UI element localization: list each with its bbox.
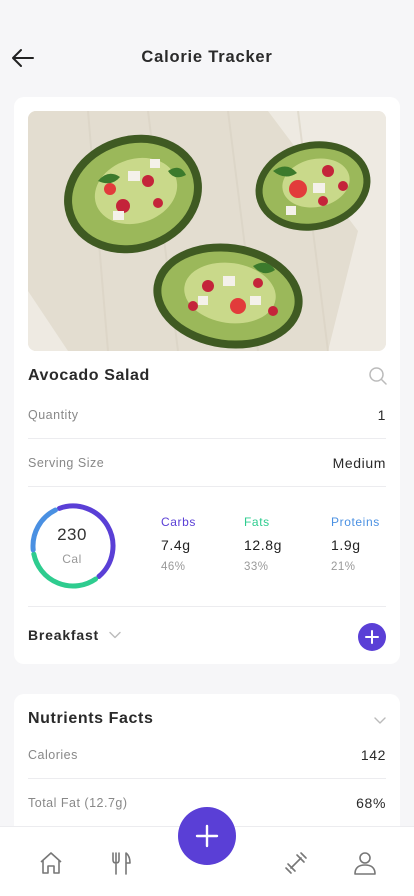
nutrient-label: Calories — [28, 747, 78, 762]
food-card: Avocado Salad Quantity 1 Serving Size Me… — [14, 97, 400, 664]
plus-icon — [195, 824, 219, 848]
divider — [28, 606, 386, 607]
macro-amount: 12.8g — [244, 537, 283, 553]
chevron-down-icon[interactable] — [372, 712, 388, 728]
macro-proteins: Proteins 1.9g 21% — [331, 515, 380, 573]
add-to-meal-button[interactable] — [358, 623, 386, 651]
macro-name: Proteins — [331, 515, 380, 529]
serving-size-row[interactable]: Serving Size Medium — [28, 439, 386, 487]
food-name: Avocado Salad — [28, 367, 150, 384]
serving-size-value[interactable]: Medium — [333, 455, 386, 471]
quantity-row[interactable]: Quantity 1 — [28, 391, 386, 439]
macro-name: Fats — [244, 515, 270, 529]
food-photo — [28, 111, 386, 351]
macro-carbs: Carbs 7.4g 46% — [161, 515, 196, 573]
chevron-down-icon — [109, 631, 121, 639]
macro-amount: 7.4g — [161, 537, 191, 553]
home-icon[interactable] — [37, 849, 65, 877]
macro-percent: 21% — [331, 561, 356, 573]
dumbbell-icon[interactable] — [282, 849, 310, 877]
macro-name: Carbs — [161, 515, 197, 529]
nutrient-value: 68% — [356, 794, 386, 811]
macro-percent: 33% — [244, 561, 269, 573]
nutrient-label: Total Fat (12.7g) — [28, 795, 128, 810]
profile-icon[interactable] — [351, 849, 379, 877]
calorie-value: 230 — [57, 525, 87, 544]
meal-type-dropdown[interactable]: Breakfast — [28, 627, 121, 643]
calorie-ring — [28, 501, 118, 591]
nutrient-row-calories: Calories 142 — [28, 731, 386, 779]
quantity-value[interactable]: 1 — [378, 407, 386, 423]
plus-icon — [365, 630, 379, 644]
page-title: Calorie Tracker — [141, 48, 273, 66]
utensils-icon[interactable] — [107, 849, 135, 877]
macro-fats: Fats 12.8g 33% — [244, 515, 282, 573]
meal-type-label: Breakfast — [28, 627, 100, 643]
search-icon[interactable] — [368, 366, 388, 386]
nutrients-title: Nutrients Facts — [28, 710, 154, 727]
app-header: Calorie Tracker — [0, 0, 414, 96]
quantity-label: Quantity — [28, 407, 79, 422]
calorie-unit: Cal — [62, 552, 82, 566]
serving-size-label: Serving Size — [28, 455, 105, 470]
nutrient-value: 142 — [360, 746, 386, 763]
add-entry-button[interactable] — [178, 807, 236, 865]
macro-percent: 46% — [161, 561, 186, 573]
macro-amount: 1.9g — [331, 537, 361, 553]
